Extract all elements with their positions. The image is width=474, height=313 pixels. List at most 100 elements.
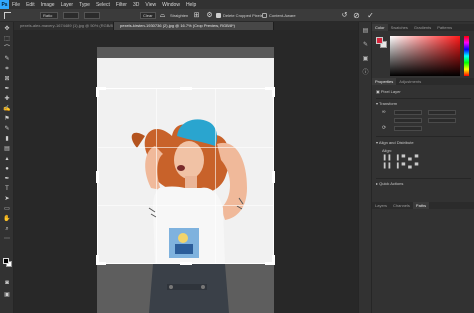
document-tabs: pexels-alex-mavery-1674489 (1).jpg @ 50%… (14, 22, 358, 30)
panel-icon-strip: ▤ ✎ ▣ ⓘ (358, 22, 371, 313)
libraries-icon[interactable]: ▣ (362, 56, 369, 63)
cropped-out-region (97, 264, 274, 313)
straighten-icon[interactable]: ⌓ (158, 11, 167, 20)
foreground-color-swatch[interactable] (3, 258, 9, 264)
menu-window[interactable]: Window (159, 2, 183, 8)
menu-3d[interactable]: 3D (130, 2, 142, 8)
transform-section-label[interactable]: ▾ Transform (376, 101, 397, 106)
crop-tool-icon[interactable]: ⌗ (3, 66, 11, 73)
align-sub-label: Align: (382, 148, 393, 153)
ratio-width-input[interactable] (63, 12, 79, 19)
pen-tool-icon[interactable]: ✒ (3, 176, 11, 183)
properties-panel-tabs: Properties Adjustments (372, 78, 474, 85)
menu-bar: Ps File Edit Image Layer Type Select Fil… (0, 0, 474, 9)
eyedropper-tool-icon[interactable]: ✒ (3, 86, 11, 93)
straighten-button[interactable]: Straighten (170, 12, 188, 19)
angle-field[interactable] (394, 126, 422, 131)
menu-view[interactable]: View (142, 2, 159, 8)
tools-panel: ✥ ⬚ ⌒ ✎ ⌗ ⊠ ✒ ✚ ✍ ⚑ ✎ ▮ ▤ ▴ ● ✒ T ➤ ▭ ✋ … (0, 22, 14, 313)
brush-settings-icon[interactable]: ✎ (362, 42, 369, 49)
link-icon[interactable]: ∞ (382, 110, 386, 115)
height-field[interactable] (428, 110, 456, 115)
menu-edit[interactable]: Edit (23, 2, 38, 8)
layers-panel-tabs: Layers Channels Paths (372, 202, 474, 209)
menu-layer[interactable]: Layer (58, 2, 77, 8)
foreground-color-chip[interactable] (376, 37, 383, 44)
align-section-label[interactable]: ▾ Align and Distribute (376, 140, 414, 145)
photo-illustration (97, 58, 274, 264)
hue-slider[interactable] (464, 36, 469, 76)
content-aware-checkbox[interactable] (262, 13, 267, 18)
gear-icon[interactable]: ⚙ (205, 11, 214, 20)
path-select-tool-icon[interactable]: ➤ (3, 196, 11, 203)
menu-image[interactable]: Image (38, 2, 58, 8)
commit-icon[interactable]: ✓ (366, 11, 375, 20)
panels-dock: Color Swatches Gradients Patterns Proper… (371, 22, 474, 313)
dodge-tool-icon[interactable]: ● (3, 166, 11, 173)
width-field[interactable] (394, 110, 422, 115)
color-panel-tabs: Color Swatches Gradients Patterns (372, 24, 474, 31)
move-tool-icon[interactable]: ✥ (3, 26, 11, 33)
info-icon[interactable]: ⓘ (362, 70, 369, 77)
cancel-icon[interactable]: ⊘ (352, 11, 361, 20)
clone-stamp-tool-icon[interactable]: ⚑ (3, 116, 11, 123)
tab-document-1[interactable]: pexels-alex-mavery-1674489 (1).jpg @ 50%… (14, 22, 114, 30)
brush-tool-icon[interactable]: ✍ (3, 106, 11, 113)
eraser-tool-icon[interactable]: ▮ (3, 136, 11, 143)
tab-properties[interactable]: Properties (372, 78, 397, 85)
tab-gradients[interactable]: Gradients (411, 24, 434, 31)
divider (376, 98, 471, 99)
x-field[interactable] (394, 118, 422, 123)
healing-brush-tool-icon[interactable]: ✚ (3, 96, 11, 103)
color-picker-field[interactable] (390, 36, 460, 76)
distribute-buttons[interactable]: ▐▌▐▀▄▀ (382, 164, 421, 169)
menu-help[interactable]: Help (183, 2, 199, 8)
history-icon[interactable]: ▤ (362, 28, 369, 35)
grid-icon[interactable]: ⊞ (192, 11, 201, 20)
options-bar: Ratio Clear ⌓ Straighten ⊞ ⚙ Delete Crop… (0, 9, 474, 22)
tab-channels[interactable]: Channels (390, 202, 413, 209)
gradient-tool-icon[interactable]: ▤ (3, 146, 11, 153)
ratio-height-input[interactable] (84, 12, 100, 19)
menu-type[interactable]: Type (76, 2, 93, 8)
divider (376, 178, 471, 179)
tab-color[interactable]: Color (372, 24, 388, 31)
zoom-tool-icon[interactable]: ⌕ (3, 226, 11, 233)
menu-filter[interactable]: Filter (113, 2, 130, 8)
tab-document-2[interactable]: pexels-kirsten-1930736 (2).jpg @ 16.7% (… (114, 22, 274, 30)
menu-select[interactable]: Select (93, 2, 113, 8)
clear-button[interactable]: Clear (140, 12, 156, 19)
marquee-tool-icon[interactable]: ⬚ (3, 36, 11, 43)
frame-tool-icon[interactable]: ⊠ (3, 76, 11, 83)
tab-adjustments[interactable]: Adjustments (396, 78, 424, 85)
y-field[interactable] (428, 118, 456, 123)
crop-tool-icon[interactable] (4, 12, 11, 19)
tab-layers[interactable]: Layers (372, 202, 390, 209)
rotate-icon[interactable]: ⟳ (382, 126, 386, 131)
blur-tool-icon[interactable]: ▴ (3, 156, 11, 163)
hand-tool-icon[interactable]: ✋ (3, 216, 11, 223)
photo-preview[interactable] (97, 58, 274, 264)
content-aware-label: Content-Aware (269, 13, 296, 18)
divider (376, 136, 471, 137)
app-logo[interactable]: Ps (0, 0, 9, 9)
ratio-select[interactable]: Ratio (40, 12, 58, 19)
history-brush-tool-icon[interactable]: ✎ (3, 126, 11, 133)
face (174, 141, 204, 179)
tab-swatches[interactable]: Swatches (388, 24, 411, 31)
screen-mode-icon[interactable]: ▣ (3, 292, 11, 299)
delete-cropped-checkbox[interactable] (216, 13, 221, 18)
menu-file[interactable]: File (9, 2, 23, 8)
align-buttons[interactable]: ▐▌▐▀▄▀ (382, 156, 421, 161)
undo-icon[interactable]: ↺ (340, 11, 349, 20)
pixel-layer-label: ▣ Pixel Layer (376, 89, 401, 94)
type-tool-icon[interactable]: T (3, 186, 11, 193)
more-tools-icon[interactable]: ⋯ (3, 236, 11, 243)
tab-patterns[interactable]: Patterns (434, 24, 455, 31)
quick-select-tool-icon[interactable]: ✎ (3, 56, 11, 63)
tab-paths[interactable]: Paths (412, 202, 430, 209)
lasso-tool-icon[interactable]: ⌒ (3, 46, 11, 53)
quick-actions-label[interactable]: ▸ Quick Actions (376, 181, 403, 186)
quick-mask-icon[interactable]: ◙ (3, 280, 11, 287)
shape-tool-icon[interactable]: ▭ (3, 206, 11, 213)
